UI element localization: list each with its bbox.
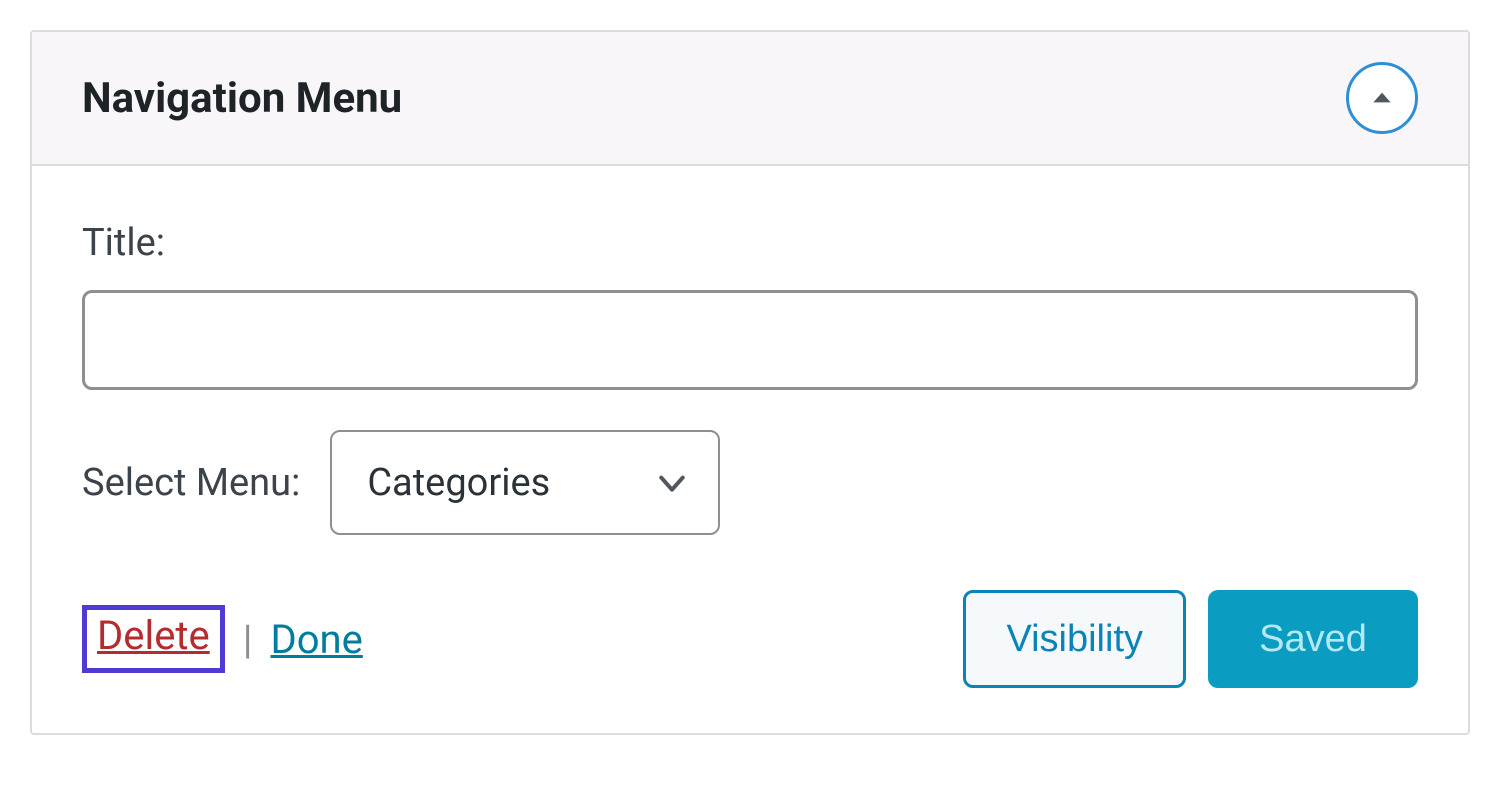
visibility-button[interactable]: Visibility bbox=[963, 590, 1186, 688]
title-row: Title: bbox=[82, 221, 1418, 390]
left-actions: Delete | Done bbox=[82, 605, 363, 673]
select-menu-label: Select Menu: bbox=[82, 461, 300, 505]
title-label: Title: bbox=[82, 221, 1418, 265]
delete-link[interactable]: Delete bbox=[82, 605, 225, 673]
select-menu-row: Select Menu: Categories bbox=[82, 430, 1418, 535]
action-separator: | bbox=[243, 616, 253, 663]
navigation-menu-widget: Navigation Menu Title: Select Menu: Cate… bbox=[30, 30, 1470, 735]
widget-header: Navigation Menu bbox=[32, 32, 1468, 166]
right-actions: Visibility Saved bbox=[963, 590, 1418, 688]
collapse-button[interactable] bbox=[1346, 62, 1418, 134]
chevron-down-icon bbox=[656, 467, 688, 499]
chevron-up-icon bbox=[1369, 85, 1395, 111]
actions-row: Delete | Done Visibility Saved bbox=[82, 590, 1418, 688]
menu-select-value: Categories bbox=[367, 461, 550, 505]
saved-button[interactable]: Saved bbox=[1208, 590, 1418, 688]
widget-title: Navigation Menu bbox=[82, 74, 402, 123]
menu-select[interactable]: Categories bbox=[330, 430, 720, 535]
widget-body: Title: Select Menu: Categories Delete | … bbox=[32, 166, 1468, 733]
title-input[interactable] bbox=[82, 290, 1418, 390]
done-link[interactable]: Done bbox=[270, 616, 362, 663]
